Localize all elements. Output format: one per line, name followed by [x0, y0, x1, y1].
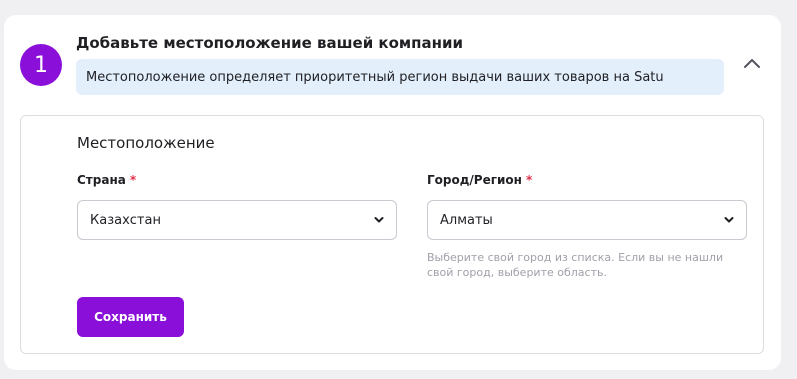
country-select-value: Казахстан	[90, 212, 161, 228]
city-label: Город/Регион *	[427, 173, 532, 187]
chevron-up-icon	[744, 59, 760, 68]
country-select[interactable]: Казахстан	[77, 200, 397, 240]
chevron-down-icon	[724, 217, 734, 223]
section-title: Местоположение	[77, 134, 215, 152]
collapse-button[interactable]	[740, 51, 764, 75]
save-button[interactable]: Сохранить	[77, 297, 184, 337]
info-banner-text: Местоположение определяет приоритетный р…	[86, 69, 664, 85]
info-banner: Местоположение определяет приоритетный р…	[76, 59, 724, 95]
country-label-text: Страна	[77, 173, 126, 187]
city-select-value: Алматы	[440, 212, 493, 228]
step-title: Добавьте местоположение вашей компании	[76, 34, 464, 52]
location-form: Местоположение Страна * Казахстан Город/Р…	[20, 115, 764, 354]
country-label: Страна *	[77, 173, 136, 187]
required-mark: *	[129, 173, 137, 187]
city-select[interactable]: Алматы	[427, 200, 747, 240]
chevron-down-icon	[374, 217, 384, 223]
location-step-card: 1 Добавьте местоположение вашей компании…	[4, 15, 781, 370]
step-number-badge: 1	[20, 44, 62, 86]
required-mark: *	[525, 173, 533, 187]
city-label-text: Город/Регион	[427, 173, 522, 187]
city-hint: Выберите свой город из списка. Если вы н…	[427, 251, 724, 279]
